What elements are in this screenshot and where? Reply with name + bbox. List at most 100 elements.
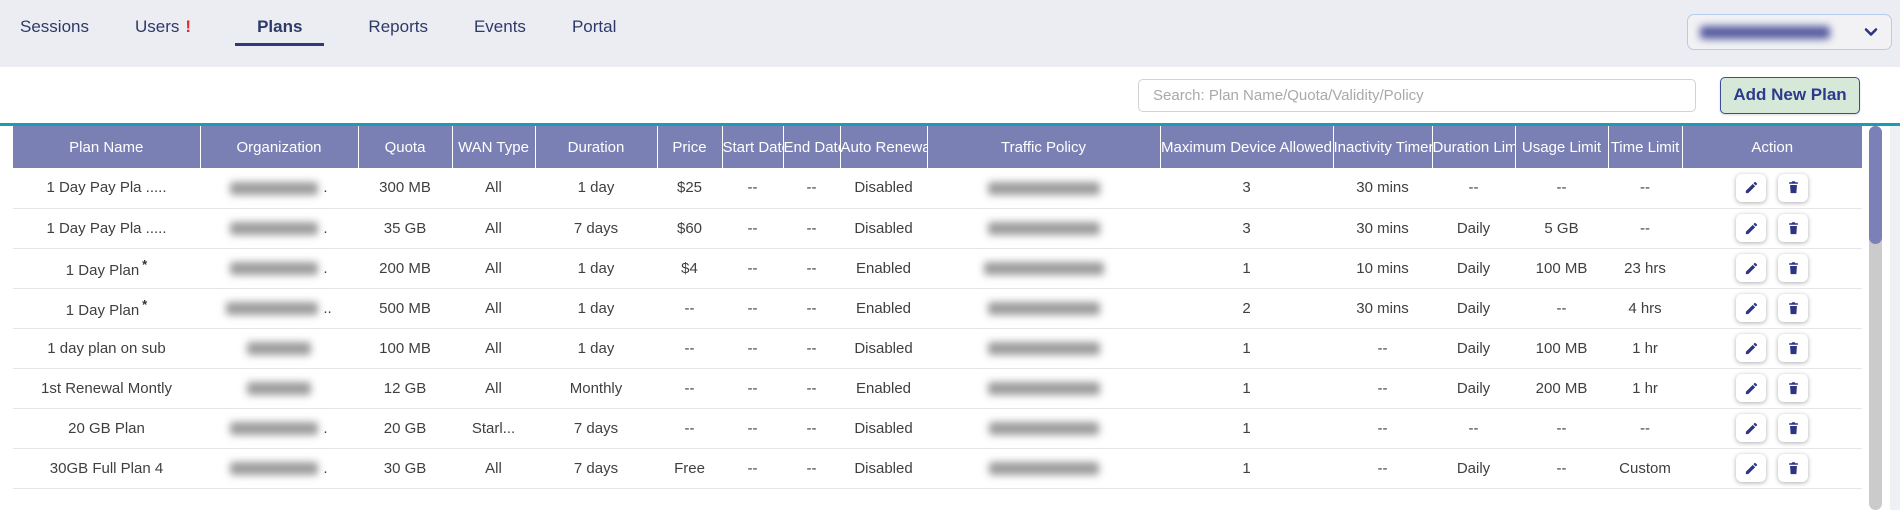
cell-price: Free: [657, 448, 722, 488]
column-header-quota: Quota: [358, 126, 452, 168]
trash-icon: [1786, 221, 1801, 236]
edit-plan-button[interactable]: [1736, 414, 1766, 442]
cell-quota: 200 MB: [358, 248, 452, 288]
cell-inactivity_timer: --: [1333, 328, 1432, 368]
cell-action: [1682, 328, 1862, 368]
tab-plans[interactable]: Plans: [235, 0, 324, 46]
cell-plan_name: 20 GB Plan: [13, 408, 200, 448]
scrollbar-thumb[interactable]: [1869, 126, 1882, 244]
column-header-organization: Organization: [200, 126, 358, 168]
column-header-traffic_policy: Traffic Policy: [927, 126, 1160, 168]
column-header-duration_limit: Duration Limit: [1432, 126, 1515, 168]
cell-time_limit: 4 hrs: [1608, 288, 1682, 328]
edit-plan-button[interactable]: [1736, 454, 1766, 482]
cell-wan_type: All: [452, 208, 535, 248]
organization-suffix: .: [323, 460, 327, 477]
column-header-start_date: Start Date: [722, 126, 783, 168]
delete-plan-button[interactable]: [1778, 294, 1808, 322]
organization-dropdown[interactable]: [1687, 14, 1892, 50]
plans-panel: Plan NameOrganizationQuotaWAN TypeDurati…: [0, 126, 1890, 510]
cell-price: --: [657, 408, 722, 448]
cell-duration: 1 day: [535, 288, 657, 328]
edit-plan-button[interactable]: [1736, 294, 1766, 322]
row-actions: [1682, 334, 1862, 362]
cell-traffic_policy: [927, 168, 1160, 208]
cell-end_date: --: [783, 328, 840, 368]
cell-wan_type: All: [452, 328, 535, 368]
pencil-icon: [1744, 180, 1759, 195]
tab-reports[interactable]: Reports: [366, 0, 430, 46]
cell-start_date: --: [722, 368, 783, 408]
cell-start_date: --: [722, 448, 783, 488]
edit-plan-button[interactable]: [1736, 374, 1766, 402]
delete-plan-button[interactable]: [1778, 254, 1808, 282]
cell-action: [1682, 208, 1862, 248]
table-row: 1st Renewal Montly12 GBAllMonthly------E…: [13, 368, 1862, 408]
redacted-traffic-policy: [988, 382, 1100, 395]
redacted-traffic-policy: [988, 222, 1100, 235]
cell-wan_type: All: [452, 248, 535, 288]
cell-start_date: --: [722, 288, 783, 328]
redacted-traffic-policy: [989, 422, 1099, 435]
cell-wan_type: All: [452, 448, 535, 488]
cell-traffic_policy: [927, 408, 1160, 448]
cell-auto_renewal: Enabled: [840, 368, 927, 408]
cell-start_date: --: [722, 168, 783, 208]
cell-plan_name: 1 Day Pay Pla .....: [13, 208, 200, 248]
organization-suffix: .: [323, 420, 327, 437]
cell-time_limit: --: [1608, 168, 1682, 208]
plan-asterisk: *: [142, 297, 147, 312]
edit-plan-button[interactable]: [1736, 214, 1766, 242]
delete-plan-button[interactable]: [1778, 374, 1808, 402]
cell-plan_name: 1 Day Plan*: [13, 288, 200, 328]
edit-plan-button[interactable]: [1736, 334, 1766, 362]
column-header-inactivity_timer: Inactivity Timer: [1333, 126, 1432, 168]
delete-plan-button[interactable]: [1778, 334, 1808, 362]
cell-max_devices: 1: [1160, 248, 1333, 288]
tab-portal[interactable]: Portal: [570, 0, 618, 46]
add-new-plan-button[interactable]: Add New Plan: [1720, 77, 1860, 114]
cell-organization: ..: [200, 288, 358, 328]
cell-wan_type: All: [452, 368, 535, 408]
cell-inactivity_timer: 10 mins: [1333, 248, 1432, 288]
cell-price: --: [657, 288, 722, 328]
plan-name-text: 20 GB Plan: [68, 420, 145, 437]
tab-events[interactable]: Events: [472, 0, 528, 46]
edit-plan-button[interactable]: [1736, 174, 1766, 202]
cell-duration_limit: Daily: [1432, 328, 1515, 368]
delete-plan-button[interactable]: [1778, 174, 1808, 202]
table-row: 1 Day Pay Pla ......300 MBAll1 day$25---…: [13, 168, 1862, 208]
tab-sessions[interactable]: Sessions: [18, 0, 91, 46]
delete-plan-button[interactable]: [1778, 414, 1808, 442]
column-header-wan_type: WAN Type: [452, 126, 535, 168]
cell-duration: 1 day: [535, 328, 657, 368]
cell-quota: 300 MB: [358, 168, 452, 208]
organization-suffix: .: [323, 260, 327, 277]
search-input[interactable]: [1138, 79, 1696, 112]
column-header-usage_limit: Usage Limit: [1515, 126, 1608, 168]
vertical-scrollbar[interactable]: [1869, 126, 1882, 510]
row-actions: [1682, 294, 1862, 322]
cell-wan_type: All: [452, 168, 535, 208]
tab-users[interactable]: Users!: [133, 0, 193, 46]
cell-inactivity_timer: 30 mins: [1333, 208, 1432, 248]
cell-time_limit: --: [1608, 408, 1682, 448]
pencil-icon: [1744, 341, 1759, 356]
cell-duration: 1 day: [535, 168, 657, 208]
cell-wan_type: Starl...: [452, 408, 535, 448]
edit-plan-button[interactable]: [1736, 254, 1766, 282]
cell-usage_limit: --: [1515, 168, 1608, 208]
organization-suffix: .: [323, 179, 327, 196]
cell-quota: 500 MB: [358, 288, 452, 328]
delete-plan-button[interactable]: [1778, 454, 1808, 482]
delete-plan-button[interactable]: [1778, 214, 1808, 242]
cell-inactivity_timer: 30 mins: [1333, 168, 1432, 208]
cell-traffic_policy: [927, 328, 1160, 368]
cell-max_devices: 3: [1160, 168, 1333, 208]
cell-max_devices: 1: [1160, 368, 1333, 408]
cell-usage_limit: 5 GB: [1515, 208, 1608, 248]
cell-usage_limit: --: [1515, 288, 1608, 328]
redacted-organization: [230, 222, 318, 235]
cell-max_devices: 1: [1160, 448, 1333, 488]
cell-usage_limit: 200 MB: [1515, 368, 1608, 408]
